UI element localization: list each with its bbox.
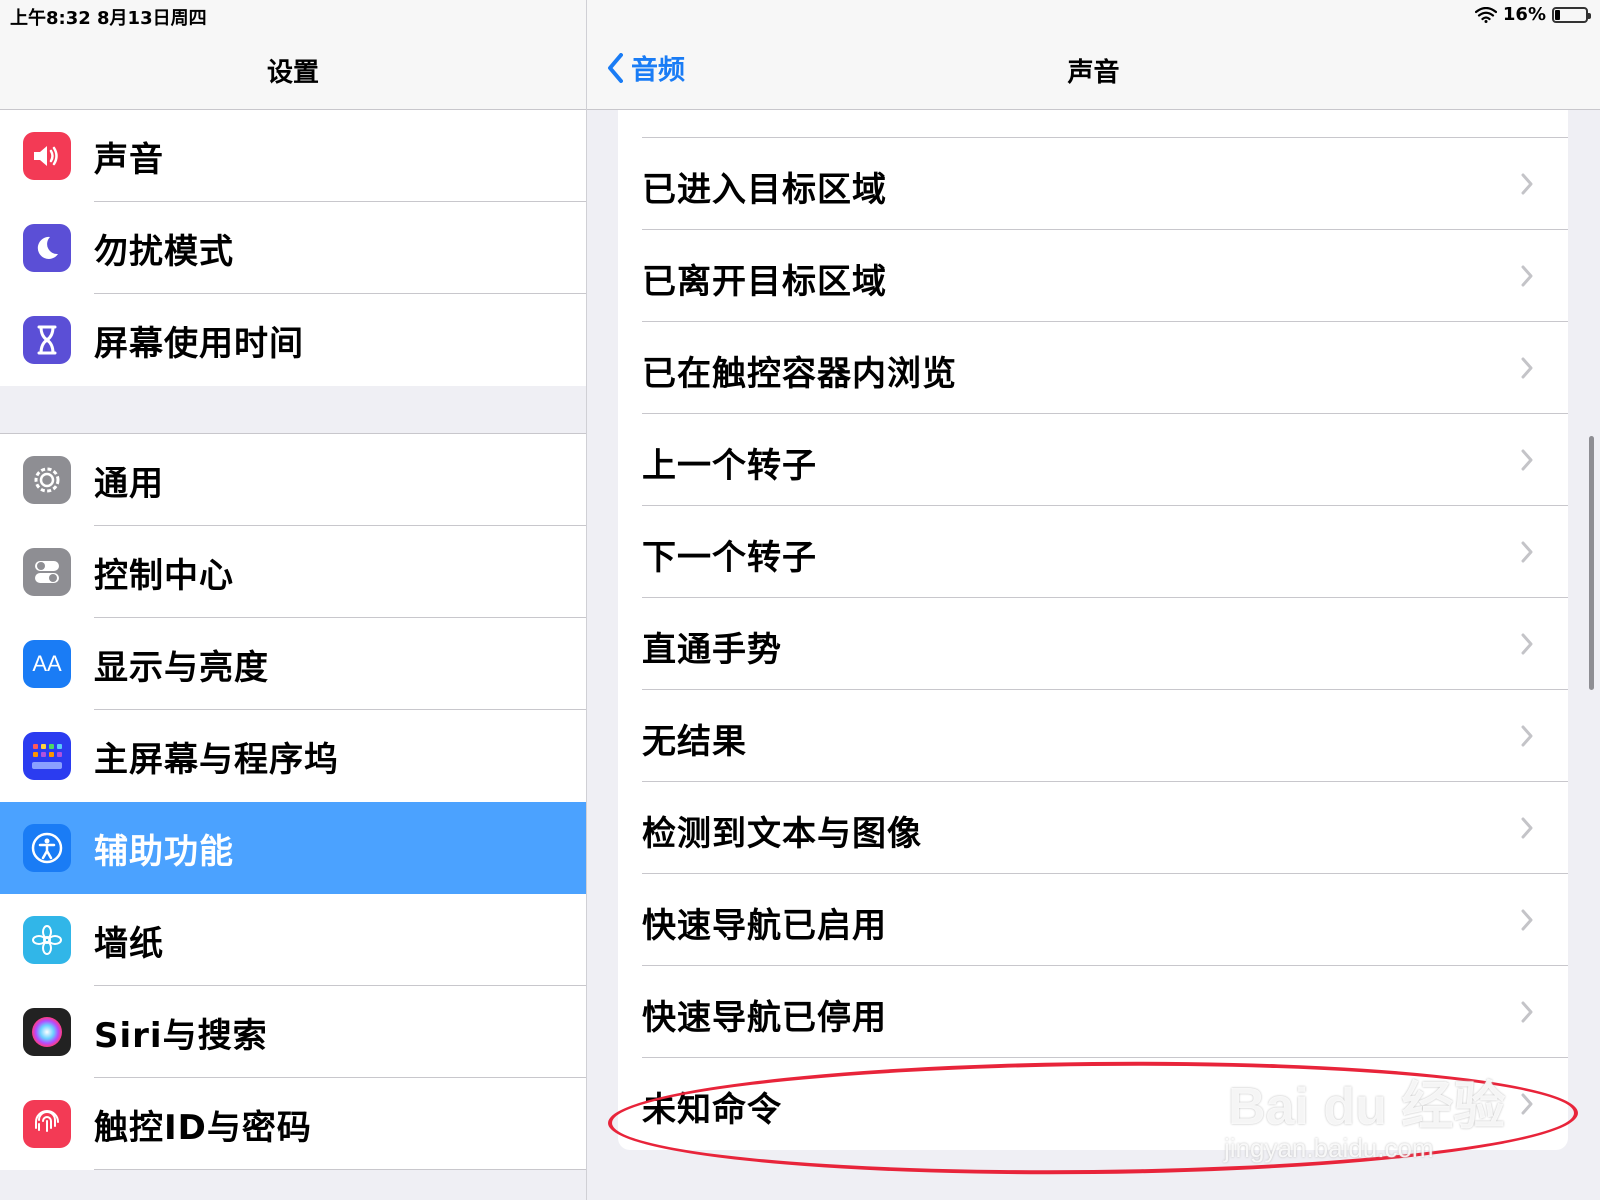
chevron-right-icon xyxy=(1521,725,1533,747)
chevron-right-icon xyxy=(1521,449,1533,471)
sidebar-item-label: 通用 xyxy=(94,463,164,504)
gear-icon xyxy=(23,456,71,504)
chevron-right-icon xyxy=(1521,265,1533,287)
sidebar-item-label: 触控ID与密码 xyxy=(94,1107,312,1148)
list-item[interactable]: 下一个转子 xyxy=(618,506,1568,598)
chevron-right-icon xyxy=(1521,541,1533,563)
sound-list: 已进入目标区域 已离开目标区域已在触控容器内浏览 上一个转子下一个转子直通手势无结果… xyxy=(618,110,1568,1150)
list-item[interactable]: 无结果 xyxy=(618,690,1568,782)
chevron-right-icon xyxy=(1521,173,1533,195)
divider xyxy=(94,1169,586,1170)
list-item-label: 快速导航已启用 xyxy=(642,906,887,946)
watermark-logo-text: Bai du 经验 xyxy=(1228,1078,1506,1136)
hourglass-icon xyxy=(23,316,71,364)
sidebar-item-label: 屏幕使用时间 xyxy=(94,323,304,364)
list-item[interactable]: 快速导航已启用 xyxy=(618,874,1568,966)
list-item[interactable]: 快速导航已停用 xyxy=(618,966,1568,1058)
detail-pane: 音频 声音 已进入目标区域 已离开目标区域 已在触控容器内浏览 上一个转子 下一个转子直… xyxy=(587,0,1600,1200)
watermark: Bai du 经验 jingyan.baidu.com xyxy=(1224,1064,1506,1164)
moon-icon xyxy=(23,224,71,272)
list-item-label: 下一个转子 xyxy=(642,538,817,578)
sidebar-item-touch-id-passcode[interactable]: 触控ID与密码 xyxy=(0,1078,586,1170)
accessibility-icon xyxy=(23,824,71,872)
list-item[interactable]: 已离开目标区域 xyxy=(618,230,1568,322)
list-item[interactable]: 已在触控容器内浏览 xyxy=(618,322,1568,414)
list-item[interactable]: 检测到文本与图像 xyxy=(618,782,1568,874)
sidebar-title: 设置 xyxy=(266,58,319,88)
sidebar-group-1: 声音 勿扰模式 屏幕使用时间 xyxy=(0,110,586,386)
scrollbar[interactable] xyxy=(1589,436,1594,690)
status-bar: 上午8:32 8月13日周四 16% xyxy=(0,0,1600,30)
chevron-right-icon xyxy=(1521,633,1533,655)
battery-percent: 16% xyxy=(1502,4,1546,25)
list-item-label: 已在触控容器内浏览 xyxy=(642,354,957,394)
sidebar-item-siri-search[interactable]: Siri与搜索 xyxy=(0,986,586,1078)
sidebar-item-label: 勿扰模式 xyxy=(94,231,234,272)
speaker-icon xyxy=(23,132,71,180)
sidebar-item-label: Siri与搜索 xyxy=(94,1015,268,1056)
sidebar-item-general[interactable]: 通用 xyxy=(0,434,586,526)
list-item-label: 已离开目标区域 xyxy=(642,262,887,302)
flower-icon xyxy=(23,916,71,964)
status-time: 上午8:32 8月13日周四 xyxy=(10,8,207,29)
siri-icon xyxy=(23,1008,71,1056)
chevron-right-icon xyxy=(1521,817,1533,839)
sidebar-item-label: 主屏幕与程序坞 xyxy=(94,739,339,780)
list-item[interactable]: 上一个转子 xyxy=(618,414,1568,506)
sidebar-item-home-screen-dock[interactable]: 主屏幕与程序坞 xyxy=(0,710,586,802)
fingerprint-icon xyxy=(23,1100,71,1148)
toggles-icon xyxy=(23,548,71,596)
settings-sidebar: 设置 声音 勿扰模式 屏幕使用时间 通用 控制中心 AA 显示与亮度 主屏幕与程… xyxy=(0,0,587,1200)
wifi-icon xyxy=(1474,6,1497,23)
text-size-icon: AA xyxy=(23,640,71,688)
list-item-label: 已进入目标区域 xyxy=(642,170,887,210)
chevron-right-icon xyxy=(1521,909,1533,931)
sidebar-item-sound[interactable]: 声音 xyxy=(0,110,586,202)
sidebar-item-label: 显示与亮度 xyxy=(94,647,269,688)
list-item-label: 直通手势 xyxy=(642,630,782,670)
sidebar-item-label: 控制中心 xyxy=(94,555,234,596)
sidebar-item-do-not-disturb[interactable]: 勿扰模式 xyxy=(0,202,586,294)
list-item-label: 检测到文本与图像 xyxy=(642,814,922,854)
list-item-label: 无结果 xyxy=(642,722,747,762)
sidebar-item-wallpaper[interactable]: 墙纸 xyxy=(0,894,586,986)
list-item-partial xyxy=(618,110,1568,138)
battery-icon xyxy=(1552,6,1591,23)
list-item[interactable]: 直通手势 xyxy=(618,598,1568,690)
chevron-right-icon xyxy=(1521,1001,1533,1023)
sidebar-item-accessibility[interactable]: 辅助功能 xyxy=(0,802,586,894)
sidebar-group-2: 通用 控制中心 AA 显示与亮度 主屏幕与程序坞 辅助功能 墙纸 Siri与搜索… xyxy=(0,433,586,1170)
list-item-label: 快速导航已停用 xyxy=(642,998,887,1038)
sidebar-item-control-center[interactable]: 控制中心 xyxy=(0,526,586,618)
chevron-right-icon xyxy=(1521,357,1533,379)
home-grid-icon xyxy=(23,732,71,780)
sidebar-item-label: 墙纸 xyxy=(94,923,164,964)
list-item-label: 上一个转子 xyxy=(642,446,817,486)
sidebar-item-screen-time[interactable]: 屏幕使用时间 xyxy=(0,294,586,386)
page-title: 声音 xyxy=(1067,58,1120,88)
sidebar-item-label: 声音 xyxy=(94,139,164,180)
sidebar-item-label: 辅助功能 xyxy=(94,831,234,872)
sidebar-item-display-brightness[interactable]: AA 显示与亮度 xyxy=(0,618,586,710)
list-item[interactable]: 已进入目标区域 xyxy=(618,138,1568,230)
